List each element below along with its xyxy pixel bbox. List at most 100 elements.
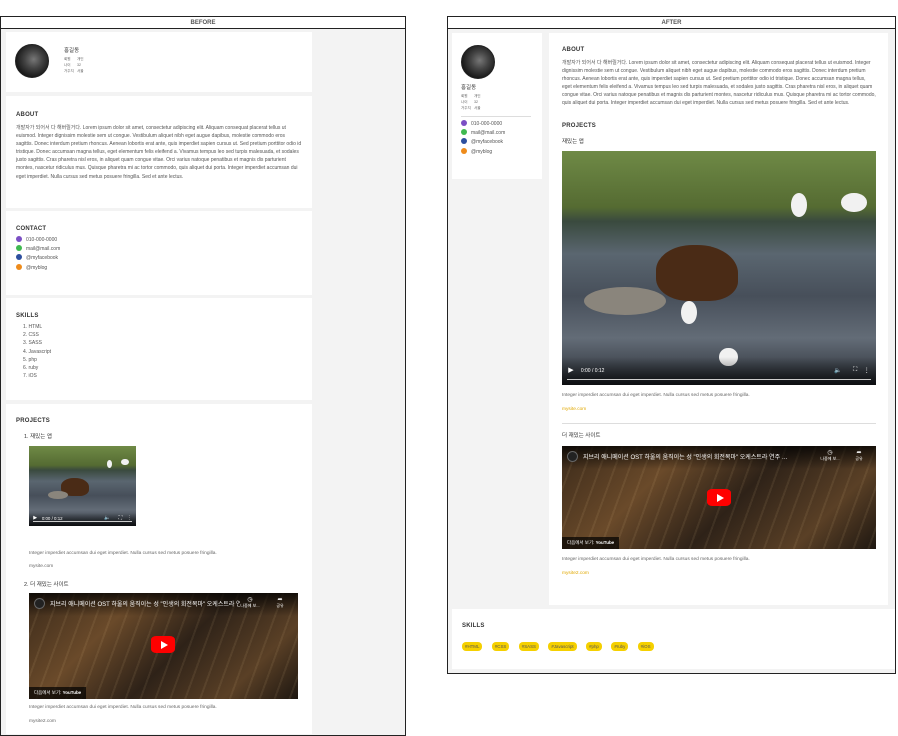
youtube-embed[interactable]: 지브리 애니메이션 OST 하울의 움직이는 성 "인생의 회전목마" 오케스트…	[29, 593, 298, 699]
profile-name: 홍길동	[64, 48, 80, 54]
video-controls: ▶ 0:00 / 0:12 🔈 ⛶ ⋮	[29, 513, 136, 526]
skill-item: 6. ruby	[23, 365, 39, 372]
project-title: 더 재밌는 사이트	[562, 433, 601, 439]
clock-icon: ◷	[827, 450, 833, 456]
contact-item-facebook[interactable]: @myfacebook	[16, 254, 302, 263]
youtube-title[interactable]: 지브리 애니메이션 OST 하울의 움직이는 성 "인생의 회전목마" 오케스트…	[583, 452, 813, 461]
after-pane-title: AFTER	[448, 17, 895, 29]
skill-tag[interactable]: #php	[586, 642, 602, 651]
bird-image	[841, 193, 867, 212]
projects-card: PROJECTS 1. 재밌는 앱 ▶ 0:00 / 0:12 🔈 ⛶ ⋮ In…	[6, 404, 312, 734]
watch-later-button[interactable]: ◷ 나중에 보...	[817, 449, 843, 462]
contact-item-phone[interactable]: 010-000-0000	[16, 236, 302, 245]
contact-item-mail[interactable]: mail@mail.com	[461, 129, 505, 138]
share-button[interactable]: ➦ 공유	[269, 596, 291, 609]
share-icon: ➦	[277, 597, 283, 603]
contact-list: 010-000-0000 mail@mail.com @myfacebook @…	[461, 120, 505, 157]
contact-item-blog[interactable]: @myblog	[461, 147, 505, 157]
profile-meta: 회원 개인 나이 32 거주지 서울	[64, 56, 90, 74]
project-link[interactable]: mysite.com	[562, 407, 586, 412]
rock-image	[48, 490, 68, 499]
volume-icon[interactable]: 🔈	[834, 367, 841, 374]
skill-tag[interactable]: #ruby	[611, 642, 629, 651]
before-pane: BEFORE 홍길동 회원 개인 나이 32 거주지 서울 ABOUT 개발자가 되어…	[0, 16, 406, 736]
youtube-embed[interactable]: 지브리 애니메이션 OST 하울의 움직이는 성 "인생의 회전목마" 오케스트…	[562, 446, 876, 549]
project-divider	[562, 423, 876, 424]
profile-meta-row: 거주지 서울	[461, 106, 481, 110]
skills-title: SKILLS	[16, 313, 39, 319]
youtube-logo: YouTube	[595, 540, 615, 545]
blog-icon	[461, 147, 467, 154]
channel-avatar[interactable]	[34, 598, 45, 609]
avatar	[15, 44, 49, 78]
profile-card: 홍길동 회원 개인 나이 32 거주지 서울	[6, 32, 312, 92]
contact-item-mail[interactable]: mail@mail.com	[16, 245, 302, 254]
youtube-play-button[interactable]	[151, 636, 175, 653]
blog-icon	[16, 263, 22, 270]
skills-title: SKILLS	[462, 623, 485, 629]
skill-tag[interactable]: #Javascript	[548, 642, 577, 651]
youtube-title[interactable]: 지브리 애니메이션 OST 하울의 움직이는 성 "인생의 회전목마" 오케스트…	[50, 599, 240, 608]
skill-item: 3. SASS	[23, 340, 42, 347]
contact-list: 010-000-0000 mail@mail.com @myfacebook @…	[16, 236, 302, 273]
video-controls: ▶ 0:00 / 0:12 🔈 ⛶ ⋮	[562, 356, 876, 385]
skills-tags: #HTML #CSS #SASS #Javascript #php #ruby …	[462, 635, 885, 653]
about-text: 개발자가 되어서 다 해버릴거다. Lorem ipsum dolor sit …	[562, 60, 876, 107]
contact-title: CONTACT	[16, 226, 47, 232]
contact-item-facebook[interactable]: @myfacebook	[461, 138, 505, 147]
channel-avatar[interactable]	[567, 451, 578, 462]
skill-item: 1. HTML	[23, 324, 43, 330]
fullscreen-icon[interactable]: ⛶	[853, 367, 857, 374]
video-time: 0:00 / 0:12	[41, 515, 63, 521]
before-pane-title: BEFORE	[1, 17, 405, 29]
contact-item-blog[interactable]: @myblog	[16, 263, 302, 273]
profile-divider	[461, 116, 531, 117]
main-content: ABOUT 개발자가 되어서 다 해버릴거다. Lorem ipsum dolo…	[549, 33, 888, 605]
video-progress-bar[interactable]	[566, 378, 872, 380]
about-card: ABOUT 개발자가 되어서 다 해버릴거다. Lorem ipsum dolo…	[6, 96, 312, 208]
skills-list: 1. HTML 2. CSS 3. SASS 4. Javascript 5. …	[16, 323, 302, 380]
project-video[interactable]: ▶ 0:00 / 0:12 🔈 ⛶ ⋮	[29, 446, 136, 526]
share-button[interactable]: ➦ 공유	[848, 449, 870, 462]
watch-on-youtube[interactable]: 다음에서 보기: YouTube	[29, 687, 87, 699]
skill-tag[interactable]: #SASS	[518, 642, 539, 651]
profile-name: 홍길동	[461, 85, 477, 91]
project-title: 재밌는 앱	[562, 139, 584, 145]
phone-icon	[16, 236, 22, 242]
more-icon[interactable]: ⋮	[864, 367, 870, 374]
watch-on-youtube[interactable]: 다음에서 보기: YouTube	[562, 537, 620, 549]
skill-item: 4. Javascript	[23, 348, 52, 355]
project-description: Integer imperdiet accumsan dui eget impe…	[29, 705, 217, 710]
profile-sidebar: 홍길동 회원 개인 나이 32 거주지 서울 010-000-0000 mail@ma…	[452, 33, 542, 179]
bird-image	[107, 460, 113, 469]
skill-tag[interactable]: #CSS	[491, 642, 510, 651]
facebook-icon	[16, 254, 22, 261]
bird-image	[121, 458, 129, 466]
bird-image	[681, 300, 697, 325]
skills-card: SKILLS 1. HTML 2. CSS 3. SASS 4. Javascr…	[6, 298, 312, 400]
project-description: Integer imperdiet accumsan dui eget impe…	[29, 551, 217, 556]
contact-card: CONTACT 010-000-0000 mail@mail.com @myfa…	[6, 211, 312, 295]
facebook-icon	[461, 138, 467, 145]
phone-icon	[461, 120, 467, 126]
skill-tag[interactable]: #HTML	[462, 642, 483, 651]
project-link[interactable]: mysite2.com	[562, 571, 589, 576]
skill-tag[interactable]: #iOS	[637, 642, 654, 651]
project-video[interactable]: ▶ 0:00 / 0:12 🔈 ⛶ ⋮	[562, 151, 876, 385]
skill-item: 7. iOS	[23, 373, 37, 380]
project-description: Integer imperdiet accumsan dui eget impe…	[562, 393, 750, 398]
profile-meta-row: 거주지 서울	[64, 69, 84, 73]
skill-item: 2. CSS	[23, 332, 39, 339]
play-icon[interactable]: ▶	[568, 366, 573, 374]
video-progress-bar[interactable]	[33, 521, 132, 523]
youtube-play-button[interactable]	[707, 489, 731, 506]
mail-icon	[16, 245, 22, 252]
project-link[interactable]: mysite.com	[29, 564, 53, 569]
about-title: ABOUT	[16, 112, 39, 118]
watch-later-button[interactable]: ◷ 나중에 보...	[237, 596, 263, 609]
mail-icon	[461, 129, 467, 136]
contact-item-phone[interactable]: 010-000-0000	[461, 120, 505, 129]
project-title: 2. 더 재밌는 사이트	[24, 582, 69, 588]
profile-meta: 회원 개인 나이 32 거주지 서울	[461, 93, 487, 111]
youtube-logo: YouTube	[62, 690, 82, 695]
